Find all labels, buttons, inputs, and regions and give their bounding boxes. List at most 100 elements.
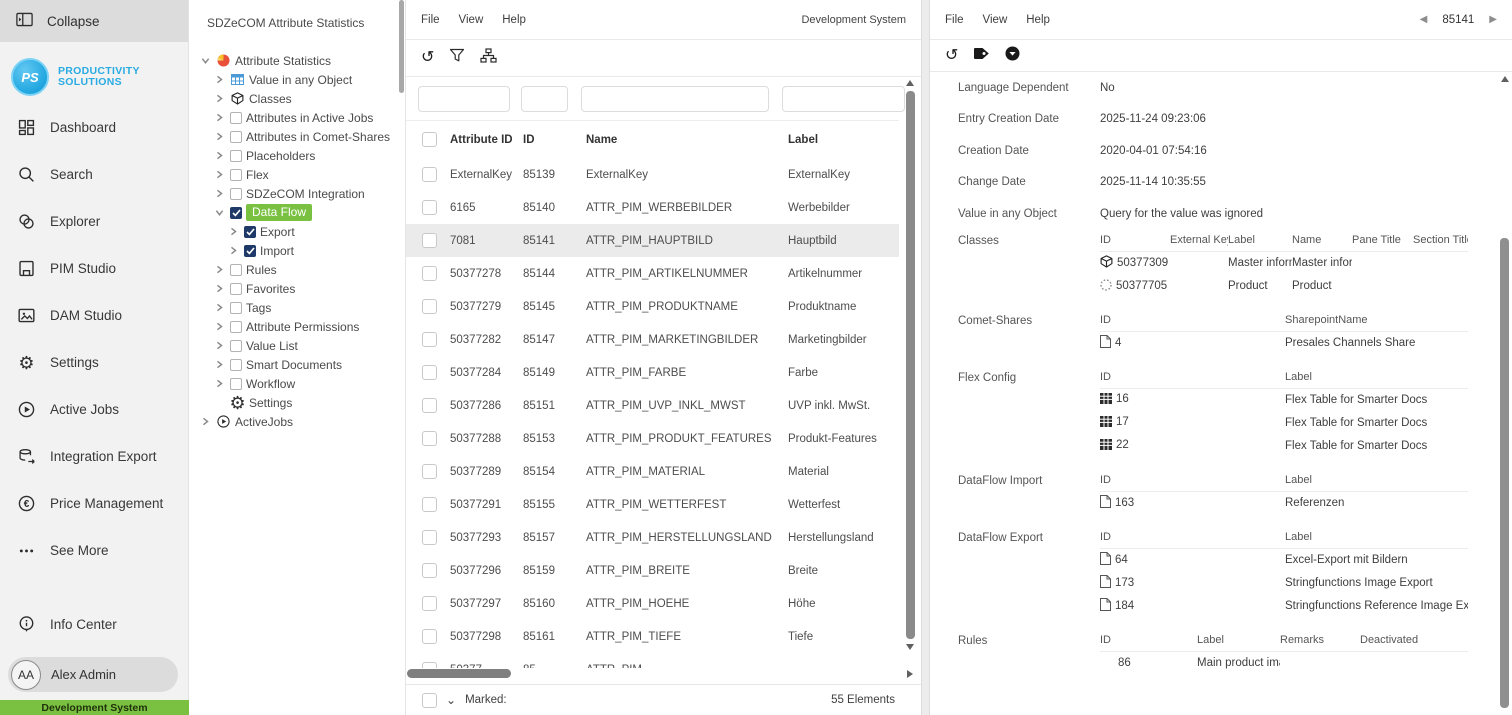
row-checkbox[interactable] [422,563,437,578]
row-checkbox[interactable] [422,299,437,314]
table-row[interactable]: 5037729885161ATTR_PIM_TIEFETiefe [406,620,899,653]
tree-node-attribute-statistics[interactable]: Attribute Statistics [190,51,405,70]
scroll-up-arrow-icon[interactable] [906,80,914,86]
sidebar-item-integration-export[interactable]: Integration Export [0,433,188,480]
sidebar-item-active-jobs[interactable]: Active Jobs [0,386,188,433]
row-checkbox[interactable] [422,530,437,545]
collapse-button[interactable]: Collapse [0,0,188,42]
table-row[interactable]: ExternalKey85139ExternalKeyExternalKey [406,158,899,191]
section-row[interactable]: 163Referenzen [1100,492,1468,515]
chevron-right-icon[interactable] [213,170,226,179]
tree-node-settings[interactable]: ⚙Settings [190,393,405,412]
chevron-down-icon[interactable] [199,56,212,65]
refresh-button[interactable]: ↺ [421,49,434,67]
marked-checkbox[interactable] [422,693,437,708]
tree-checkbox[interactable] [244,245,256,257]
sidebar-item-dam-studio[interactable]: DAM Studio [0,292,188,339]
table-row[interactable]: 5037728285147ATTR_PIM_MARKETINGBILDERMar… [406,323,899,356]
sidebar-item-dashboard[interactable]: Dashboard [0,104,188,151]
filter-button[interactable] [449,48,465,68]
section-row[interactable]: 50377705ProductProduct [1100,275,1468,298]
chevron-right-icon[interactable] [213,360,226,369]
filter-input-4[interactable] [782,86,905,112]
section-row[interactable]: 64Excel-Export mit Bildern [1100,549,1468,572]
chevron-right-icon[interactable] [213,303,226,312]
next-record-icon[interactable]: ▶ [1489,14,1497,25]
tree-node-sdzecom-integration[interactable]: SDZeCOM Integration [190,184,405,203]
row-checkbox[interactable] [422,431,437,446]
detail-scroll-up-icon[interactable] [1501,76,1509,82]
column-header-name[interactable]: Name [586,134,788,146]
table-row[interactable]: 5037728485149ATTR_PIM_FARBEFarbe [406,356,899,389]
tree-node-value-in-any-object[interactable]: Value in any Object [190,70,405,89]
user-menu[interactable]: AA Alex Admin [8,657,178,692]
row-checkbox[interactable] [422,398,437,413]
list-vertical-scrollbar[interactable] [903,80,917,668]
section-row[interactable]: 184Stringfunctions Reference Image Expor… [1100,595,1468,618]
chevron-right-icon[interactable] [213,94,226,103]
tree-node-rules[interactable]: Rules [190,260,405,279]
row-checkbox[interactable] [422,233,437,248]
sidebar-item-info-center[interactable]: Info Center [0,601,188,648]
list-horizontal-scrollbar[interactable] [406,666,899,680]
row-checkbox[interactable] [422,596,437,611]
table-row[interactable]: 616585140ATTR_PIM_WERBEBILDERWerbebilder [406,191,899,224]
row-checkbox[interactable] [422,167,437,182]
scroll-down-arrow-icon[interactable] [906,644,914,650]
table-row[interactable]: 5037728985154ATTR_PIM_MATERIALMaterial [406,455,899,488]
chevron-right-icon[interactable] [213,379,226,388]
marked-chevron-icon[interactable]: ⌄ [446,693,456,707]
tree-scrollbar-thumb[interactable] [399,0,404,93]
sidebar-item-search[interactable]: Search [0,151,188,198]
detail-vertical-scrollbar[interactable] [1498,76,1511,715]
section-row[interactable]: 17Flex Table for Smarter Docs [1100,412,1468,435]
tree-node-export[interactable]: Export [190,222,405,241]
tree-checkbox[interactable] [230,169,242,181]
hierarchy-button[interactable] [480,48,497,68]
row-checkbox[interactable] [422,497,437,512]
sidebar-item-pim-studio[interactable]: PIM Studio [0,245,188,292]
tree-checkbox[interactable] [230,112,242,124]
table-row[interactable]: 5037727885144ATTR_PIM_ARTIKELNUMMERArtik… [406,257,899,290]
menu-help[interactable]: Help [502,14,526,26]
row-checkbox[interactable] [422,464,437,479]
menu-view[interactable]: View [983,14,1008,26]
tree-checkbox[interactable] [230,340,242,352]
section-row[interactable]: 16Flex Table for Smarter Docs [1100,389,1468,412]
tree-checkbox[interactable] [230,131,242,143]
section-row[interactable]: 4Presales Channels Share [1100,332,1468,355]
chevron-right-icon[interactable] [213,189,226,198]
filter-input-1[interactable] [418,86,510,112]
menu-view[interactable]: View [459,14,484,26]
chevron-right-icon[interactable] [213,322,226,331]
select-all-checkbox[interactable] [422,132,437,147]
tree-node-attribute-permissions[interactable]: Attribute Permissions [190,317,405,336]
column-header-id[interactable]: ID [523,134,586,146]
tree-node-value-list[interactable]: Value List [190,336,405,355]
tree-checkbox[interactable] [230,378,242,390]
chevron-right-icon[interactable] [213,132,226,141]
table-row[interactable]: 5037728885153ATTR_PIM_PRODUKT_FEATURESPr… [406,422,899,455]
table-row[interactable]: 708185141ATTR_PIM_HAUPTBILDHauptbild [406,224,899,257]
chevron-right-icon[interactable] [227,227,240,236]
tree-checkbox[interactable] [230,321,242,333]
row-checkbox[interactable] [422,629,437,644]
tree-node-activejobs[interactable]: ActiveJobs [190,412,405,431]
chevron-down-icon[interactable] [213,208,226,217]
tag-button[interactable] [973,47,990,65]
tree-node-attributes-in-comet-shares[interactable]: Attributes in Comet-Shares [190,127,405,146]
tree-node-tags[interactable]: Tags [190,298,405,317]
scroll-right-arrow-icon[interactable] [907,670,913,678]
panel-divider[interactable] [921,0,930,715]
section-row[interactable]: 22Flex Table for Smarter Docs [1100,435,1468,458]
tree-node-favorites[interactable]: Favorites [190,279,405,298]
chevron-right-icon[interactable] [227,246,240,255]
refresh-button[interactable]: ↺ [945,47,958,65]
menu-file[interactable]: File [421,14,440,26]
tree-node-import[interactable]: Import [190,241,405,260]
tree-checkbox[interactable] [230,264,242,276]
table-row[interactable]: 5037728685151ATTR_PIM_UVP_INKL_MWSTUVP i… [406,389,899,422]
tree-checkbox[interactable] [230,302,242,314]
chevron-right-icon[interactable] [213,113,226,122]
chevron-right-icon[interactable] [213,75,226,84]
